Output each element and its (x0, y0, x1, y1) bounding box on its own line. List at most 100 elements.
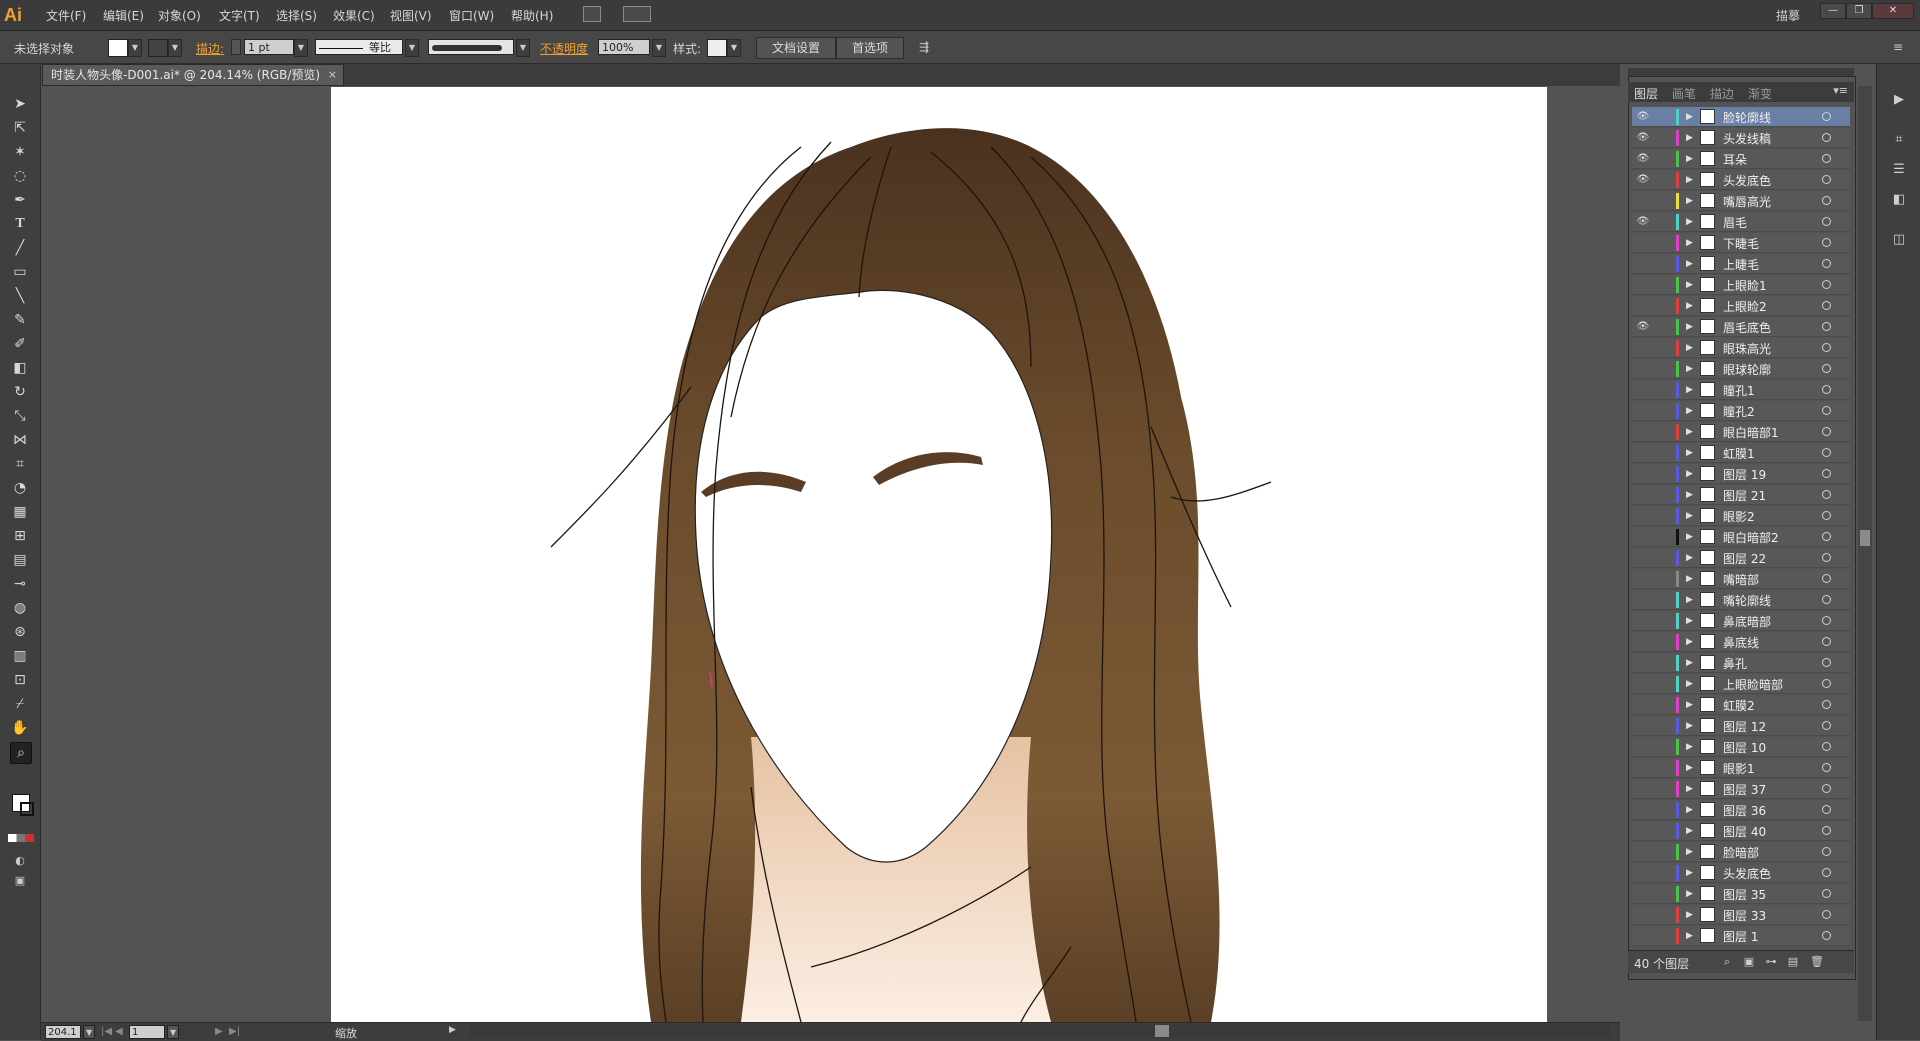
control-panel-menu-icon[interactable]: ≡ (1892, 39, 1904, 55)
layer-row[interactable]: ▶ 图层 35 (1632, 884, 1850, 904)
layer-name[interactable]: 眼白暗部1 (1723, 424, 1779, 441)
target-circle-icon[interactable] (1822, 826, 1831, 835)
expand-triangle-icon[interactable]: ▶ (1686, 698, 1696, 712)
first-artboard-icon[interactable]: |◀ (101, 1026, 112, 1037)
blob-brush-tool-icon[interactable]: ✐ (10, 334, 30, 354)
layer-row[interactable]: ▶ 眼球轮廓 (1632, 359, 1850, 379)
eye-icon[interactable] (1636, 362, 1650, 376)
artboard-number-field[interactable]: 1 (129, 1025, 165, 1039)
document-setup-button[interactable]: 文档设置 (756, 37, 836, 59)
layer-name[interactable]: 虹膜2 (1723, 697, 1755, 714)
layer-row[interactable]: ▶ 图层 10 (1632, 737, 1850, 757)
expand-triangle-icon[interactable]: ▶ (1686, 845, 1696, 859)
workspace-switcher[interactable]: 描摹 (1776, 7, 1800, 24)
eye-icon[interactable] (1636, 698, 1650, 712)
layer-name[interactable]: 头发底色 (1723, 172, 1771, 189)
layer-name[interactable]: 图层 33 (1723, 907, 1766, 924)
layer-row[interactable]: ▶ 虹膜2 (1632, 695, 1850, 715)
expand-triangle-icon[interactable]: ▶ (1686, 824, 1696, 838)
next-artboard-icon[interactable]: ▶ (215, 1026, 223, 1037)
appearance-panel-icon[interactable]: ◫ (1889, 230, 1909, 250)
eye-icon[interactable] (1636, 236, 1650, 250)
layer-row[interactable]: ▶ 嘴唇高光 (1632, 191, 1850, 211)
layer-row[interactable]: ▶ 瞳孔1 (1632, 380, 1850, 400)
target-circle-icon[interactable] (1822, 847, 1831, 856)
align-panel-icon[interactable]: ☰ (1889, 160, 1909, 180)
horizontal-scroll-thumb[interactable] (1155, 1025, 1169, 1037)
delete-layer-icon[interactable]: 🗑 (1810, 955, 1824, 969)
layer-name[interactable]: 脸轮廓线 (1723, 109, 1771, 126)
draw-mode-icon[interactable]: ◐ (10, 854, 30, 868)
eye-icon[interactable] (1636, 341, 1650, 355)
menu-object[interactable]: 对象(O) (158, 7, 201, 24)
paintbrush-tool-icon[interactable]: ╲ (10, 286, 30, 306)
expand-triangle-icon[interactable]: ▶ (1686, 362, 1696, 376)
eye-icon[interactable] (1636, 824, 1650, 838)
target-circle-icon[interactable] (1822, 889, 1831, 898)
layer-row[interactable]: ▶ 瞳孔2 (1632, 401, 1850, 421)
tab-brushes[interactable]: 画笔 (1672, 85, 1696, 102)
graphic-style-dropdown[interactable]: ▼ (727, 39, 741, 57)
expand-triangle-icon[interactable]: ▶ (1686, 383, 1696, 397)
expand-triangle-icon[interactable]: ▶ (1686, 509, 1696, 523)
locate-object-icon[interactable]: ⌕ (1720, 955, 1734, 969)
layer-row[interactable]: ▶ 嘴轮廓线 (1632, 590, 1850, 610)
expand-triangle-icon[interactable]: ▶ (1686, 593, 1696, 607)
layer-row[interactable]: 👁 ▶ 头发底色 (1632, 170, 1850, 190)
eye-icon[interactable] (1636, 740, 1650, 754)
eye-icon[interactable] (1636, 446, 1650, 460)
expand-triangle-icon[interactable]: ▶ (1686, 866, 1696, 880)
layer-row[interactable]: ▶ 鼻底暗部 (1632, 611, 1850, 631)
expand-triangle-icon[interactable]: ▶ (1686, 236, 1696, 250)
layer-name[interactable]: 上眼睑1 (1723, 277, 1767, 294)
bridge-icon[interactable] (583, 6, 601, 22)
layer-name[interactable]: 眼影2 (1723, 508, 1755, 525)
target-circle-icon[interactable] (1822, 259, 1831, 268)
eye-icon[interactable]: 👁 (1636, 110, 1650, 124)
status-menu-icon[interactable]: ▶ (449, 1025, 456, 1035)
column-graph-tool-icon[interactable]: ▥ (10, 646, 30, 666)
expand-triangle-icon[interactable]: ▶ (1686, 194, 1696, 208)
expand-triangle-icon[interactable]: ▶ (1686, 257, 1696, 271)
layer-row[interactable]: ▶ 图层 33 (1632, 905, 1850, 925)
opacity-label[interactable]: 不透明度 (540, 40, 588, 57)
target-circle-icon[interactable] (1822, 133, 1831, 142)
eye-icon[interactable] (1636, 257, 1650, 271)
tab-gradient[interactable]: 渐变 (1748, 85, 1772, 102)
target-circle-icon[interactable] (1822, 406, 1831, 415)
target-circle-icon[interactable] (1822, 532, 1831, 541)
eye-icon[interactable] (1636, 572, 1650, 586)
layer-name[interactable]: 图层 36 (1723, 802, 1766, 819)
stroke-profile-field[interactable]: 等比 (315, 39, 403, 55)
artboard-dropdown[interactable]: ▼ (167, 1025, 179, 1039)
menu-view[interactable]: 视图(V) (390, 7, 432, 24)
layer-name[interactable]: 脸暗部 (1723, 844, 1759, 861)
expand-triangle-icon[interactable]: ▶ (1686, 446, 1696, 460)
expand-triangle-icon[interactable]: ▶ (1686, 467, 1696, 481)
rotate-tool-icon[interactable]: ↻ (10, 382, 30, 402)
panel-collapse-strip[interactable] (1628, 68, 1854, 76)
layer-row[interactable]: ▶ 图层 1 (1632, 926, 1850, 946)
target-circle-icon[interactable] (1822, 196, 1831, 205)
layer-row[interactable]: ▶ 眼影2 (1632, 506, 1850, 526)
layer-row[interactable]: ▶ 下睫毛 (1632, 233, 1850, 253)
target-circle-icon[interactable] (1822, 742, 1831, 751)
new-layer-icon[interactable]: ▤ (1786, 955, 1800, 969)
layer-row[interactable]: ▶ 图层 22 (1632, 548, 1850, 568)
layer-row[interactable]: ▶ 图层 37 (1632, 779, 1850, 799)
layer-name[interactable]: 鼻底暗部 (1723, 613, 1771, 630)
expand-triangle-icon[interactable]: ▶ (1686, 278, 1696, 292)
layer-name[interactable]: 上睫毛 (1723, 256, 1759, 273)
lasso-tool-icon[interactable]: ◌ (10, 166, 30, 186)
expand-triangle-icon[interactable]: ▶ (1686, 677, 1696, 691)
expand-triangle-icon[interactable]: ▶ (1686, 887, 1696, 901)
layer-name[interactable]: 眉毛 (1723, 214, 1747, 231)
eye-icon[interactable] (1636, 404, 1650, 418)
expand-triangle-icon[interactable]: ▶ (1686, 782, 1696, 796)
target-circle-icon[interactable] (1822, 784, 1831, 793)
stroke-profile-dropdown[interactable]: ▼ (405, 39, 419, 57)
expand-triangle-icon[interactable]: ▶ (1686, 614, 1696, 628)
zoom-dropdown[interactable]: ▼ (83, 1025, 95, 1039)
expand-triangle-icon[interactable]: ▶ (1686, 908, 1696, 922)
eraser-tool-icon[interactable]: ◧ (10, 358, 30, 378)
